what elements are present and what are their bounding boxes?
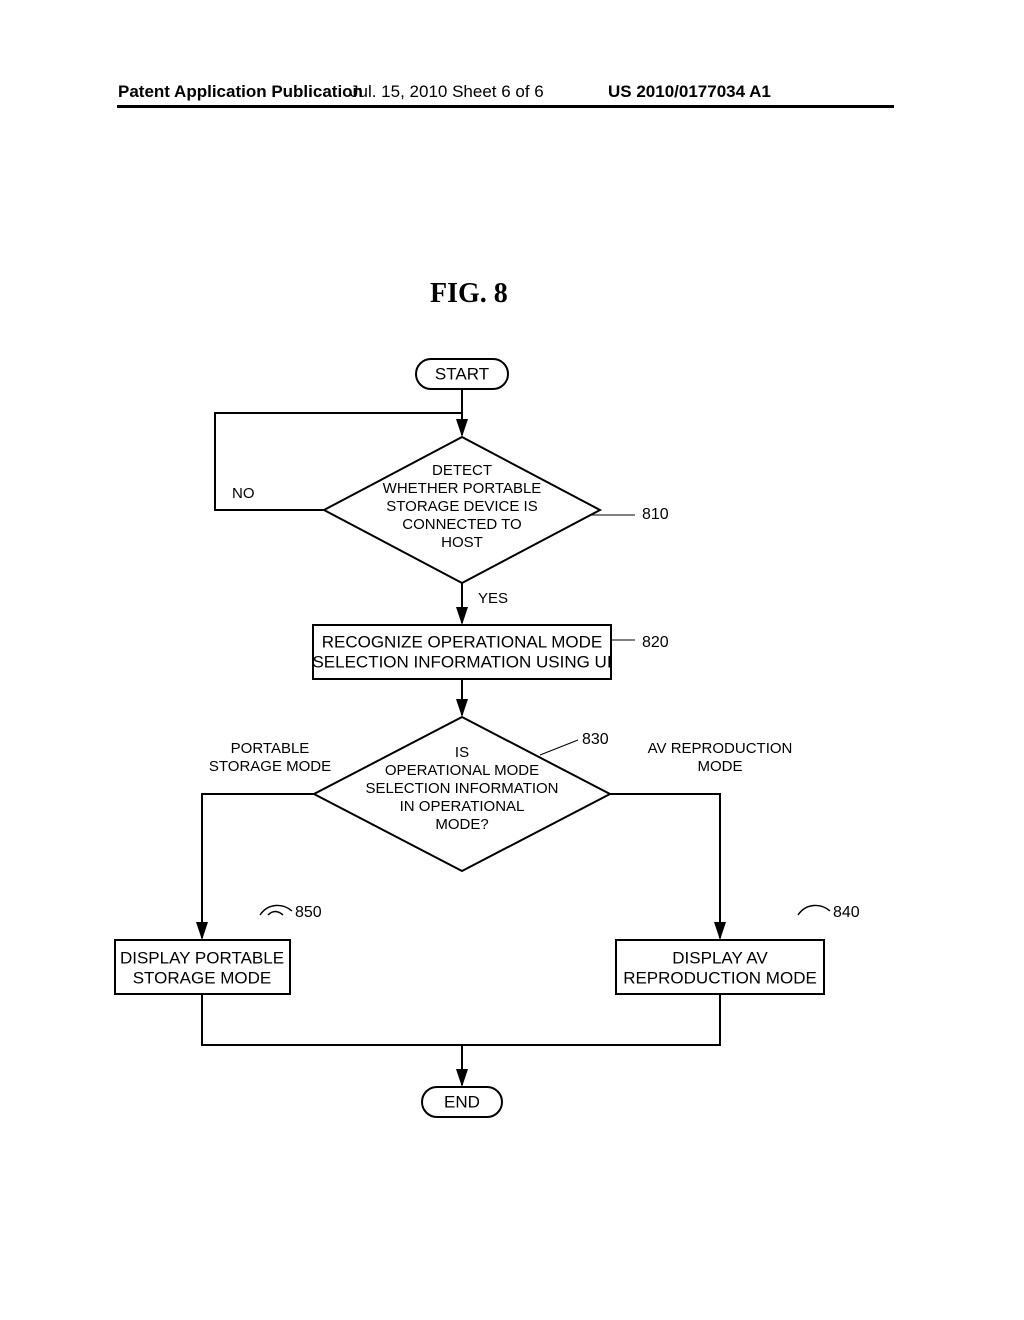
leader-830 — [540, 740, 578, 755]
merge-850 — [202, 994, 462, 1045]
p820-l2: SELECTION INFORMATION USING UI — [312, 652, 611, 671]
leader-840 — [798, 905, 830, 915]
header-publication: Patent Application Publication — [118, 82, 363, 102]
d830-l3: SELECTION INFORMATION — [365, 780, 558, 797]
d830-l4: IN OPERATIONAL — [400, 798, 525, 815]
p850-l1: DISPLAY PORTABLE — [120, 948, 284, 967]
ref-850: 850 — [295, 904, 322, 921]
d810-no-label: NO — [232, 485, 255, 502]
start-label: START — [435, 364, 489, 383]
d810-l4: CONNECTED TO — [402, 516, 521, 533]
leader-850 — [260, 905, 292, 915]
ref-810: 810 — [642, 506, 669, 523]
p840-l2: REPRODUCTION MODE — [623, 968, 817, 987]
terminal-start: START — [416, 359, 508, 389]
d830-right-l1: AV REPRODUCTION — [648, 740, 793, 757]
figure-title: FIG. 8 — [430, 278, 508, 310]
decision-810: DETECT WHETHER PORTABLE STORAGE DEVICE I… — [324, 437, 600, 583]
d830-l2: OPERATIONAL MODE — [385, 762, 539, 779]
d830-l1: IS — [455, 744, 469, 761]
d830-l5: MODE? — [435, 816, 488, 833]
d810-l1: DETECT — [432, 462, 492, 479]
d810-l2: WHETHER PORTABLE — [383, 480, 542, 497]
terminal-end: END — [422, 1087, 502, 1117]
flowchart: START DETECT WHETHER PORTABLE STORAGE DE… — [100, 355, 920, 1145]
process-850: DISPLAY PORTABLE STORAGE MODE — [115, 940, 290, 994]
arrow-830-840 — [610, 794, 720, 938]
ref-820: 820 — [642, 634, 669, 651]
leader-curve-850 — [268, 912, 283, 916]
header-date-sheet: Jul. 15, 2010 Sheet 6 of 6 — [350, 82, 544, 102]
d830-left-l1: PORTABLE — [231, 740, 310, 757]
d810-l3: STORAGE DEVICE IS — [386, 498, 537, 515]
merge-840 — [462, 994, 720, 1045]
end-label: END — [444, 1092, 480, 1111]
p840-l1: DISPLAY AV — [672, 948, 768, 967]
p850-l2: STORAGE MODE — [133, 968, 272, 987]
ref-830: 830 — [582, 731, 609, 748]
d830-left-l2: STORAGE MODE — [209, 758, 331, 775]
p820-l1: RECOGNIZE OPERATIONAL MODE — [322, 632, 603, 651]
process-840: DISPLAY AV REPRODUCTION MODE — [616, 940, 824, 994]
process-820: RECOGNIZE OPERATIONAL MODE SELECTION INF… — [312, 625, 611, 679]
header-pub-number: US 2010/0177034 A1 — [608, 82, 771, 102]
d830-right-l2: MODE — [698, 758, 743, 775]
ref-840: 840 — [833, 904, 860, 921]
d810-l5: HOST — [441, 534, 483, 551]
d810-yes-label: YES — [478, 590, 508, 607]
edge-d810-yes: YES — [462, 583, 508, 623]
decision-830: IS OPERATIONAL MODE SELECTION INFORMATIO… — [314, 717, 610, 871]
header-rule — [117, 105, 894, 108]
